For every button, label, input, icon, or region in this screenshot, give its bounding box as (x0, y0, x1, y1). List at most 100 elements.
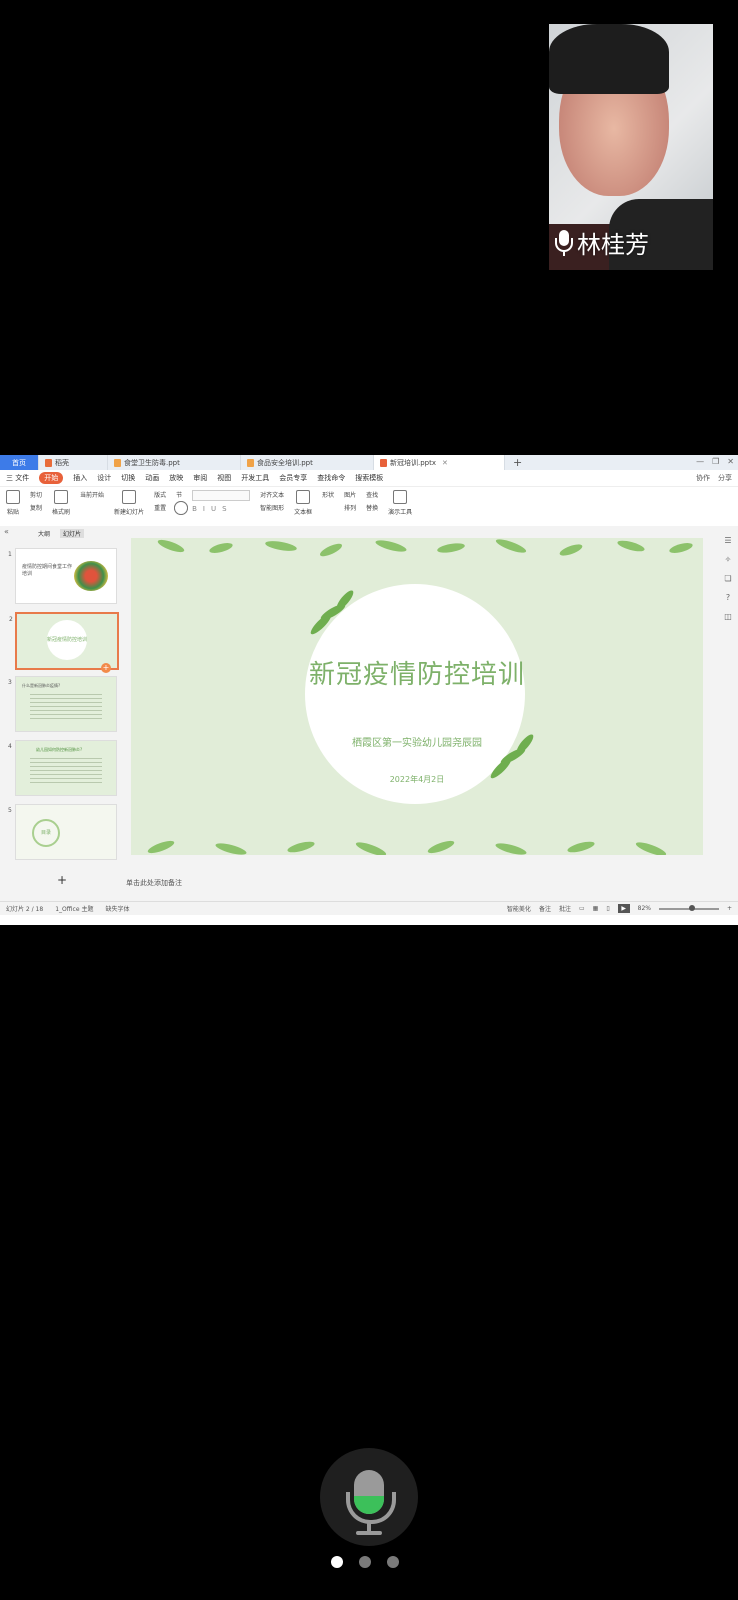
menu-view[interactable]: 视图 (217, 473, 231, 483)
arrange-button[interactable]: 排列 (344, 503, 356, 512)
menu-insert[interactable]: 插入 (73, 473, 87, 483)
tab-docer[interactable]: 稻壳 (39, 455, 108, 470)
find-button[interactable]: 查找 (366, 490, 378, 499)
paste-icon (6, 490, 20, 504)
pin-icon[interactable]: ✧ (725, 555, 732, 564)
pptx-file-icon (380, 458, 387, 467)
add-slide-plus-icon[interactable]: + (101, 663, 111, 673)
share-button[interactable]: 分享 (718, 473, 732, 483)
shape-button[interactable]: 形状 (174, 490, 334, 515)
paste-button[interactable]: 粘贴 (6, 490, 20, 516)
menu-search-template[interactable]: 搜索模板 (355, 473, 383, 483)
smart-beautify-button[interactable]: 智能美化 (507, 904, 531, 913)
menu-review[interactable]: 审阅 (193, 473, 207, 483)
menu-file[interactable]: 三 文件 (6, 473, 29, 483)
picture-button[interactable]: 图片 (344, 490, 356, 499)
align-text-button[interactable]: 对齐文本 (260, 490, 284, 499)
reading-view-icon[interactable]: ▯ (606, 905, 609, 912)
tab-slides[interactable]: 幻灯片 (60, 529, 85, 538)
format-painter-button[interactable]: 格式刷 (52, 490, 70, 516)
participant-name-label: 林桂芳 (555, 225, 649, 260)
menu-design[interactable]: 设计 (97, 473, 111, 483)
copy-button[interactable]: 复制 (30, 503, 42, 512)
page-dot-3[interactable] (387, 1556, 399, 1568)
slide-thumbnail-1[interactable]: 1 疫情防控期间食堂工作培训 (8, 548, 117, 604)
menu-slideshow[interactable]: 放映 (169, 473, 183, 483)
restore-icon[interactable]: ❐ (712, 457, 719, 466)
menu-animation[interactable]: 动画 (145, 473, 159, 483)
tab-food-safety[interactable]: 食品安全培训.ppt (241, 455, 374, 470)
slide-thumbnail-5[interactable]: 5 目录 (8, 804, 117, 860)
smart-graphic-button[interactable]: 智能图形 (260, 503, 284, 512)
notes-button[interactable]: 备注 (539, 904, 551, 913)
sorter-view-icon[interactable]: ▦ (593, 905, 599, 912)
font-family-select[interactable] (192, 490, 251, 501)
tab-canteen-hygiene[interactable]: 食堂卫生防毒.ppt (108, 455, 241, 470)
tab-outline[interactable]: 大纲 (38, 529, 50, 538)
slide-title: 新冠疫情防控培训 (308, 660, 525, 690)
italic-icon[interactable]: I (203, 505, 205, 513)
play-slideshow-icon[interactable]: ▶ (617, 904, 630, 913)
reset-button[interactable]: 重置 (154, 503, 166, 512)
zoom-in-icon[interactable]: + (727, 905, 732, 912)
layout-group: 版式 重置 (154, 490, 166, 512)
layout-button[interactable]: 版式 (154, 490, 166, 499)
strikethrough-icon[interactable]: S (222, 505, 226, 513)
docer-icon (45, 458, 52, 467)
zoom-slider-knob[interactable] (688, 904, 695, 911)
leaf-sprig-upper (310, 590, 354, 635)
participant-video-tile[interactable]: 林桂芳 (549, 24, 713, 270)
window-controls: — ❐ ✕ (696, 457, 734, 466)
menu-right: 协作 分享 (696, 473, 732, 483)
backup-icon[interactable]: ◫ (724, 612, 732, 621)
underline-icon[interactable]: U (211, 505, 216, 513)
replace-button[interactable]: 替换 (366, 503, 378, 512)
missing-font-button[interactable]: 缺失字体 (105, 904, 129, 913)
close-window-icon[interactable]: ✕ (727, 457, 734, 466)
tab-home[interactable]: 首页 (0, 455, 39, 470)
right-sidebar: ☰ ✧ ❏ ? ◫ (718, 526, 738, 911)
properties-icon[interactable]: ☰ (724, 536, 731, 545)
zoom-slider[interactable] (658, 904, 719, 911)
thumbnail-text-lines (30, 755, 102, 783)
thumbnail-text-lines (30, 691, 102, 721)
presenter-tools-button[interactable]: 演示工具 (388, 490, 412, 516)
normal-view-icon[interactable]: ▭ (579, 905, 585, 912)
close-tab-icon[interactable]: ✕ (442, 459, 448, 467)
cut-button[interactable]: 剪切 (30, 490, 42, 499)
collapse-pane-icon[interactable]: « (4, 527, 9, 536)
new-slide-button[interactable]: 新建幻灯片 (114, 490, 144, 516)
participant-name: 林桂芳 (577, 231, 649, 259)
slide-thumbnail-2[interactable]: 2 新冠疫情防控培训 + (9, 612, 119, 673)
copy-icon[interactable]: ❏ (724, 574, 731, 583)
section-button[interactable]: 节 (176, 490, 182, 499)
add-slide-button[interactable]: + (57, 873, 67, 887)
microphone-toggle-button[interactable] (320, 1448, 418, 1546)
tab-covid-training[interactable]: 新冠培训.pptx ✕ (374, 455, 505, 470)
page-dot-2[interactable] (359, 1556, 371, 1568)
menu-member[interactable]: 会员专享 (279, 473, 307, 483)
notes-placeholder[interactable]: 单击此处添加备注 (126, 878, 182, 888)
section-group: 节 (176, 490, 182, 499)
slide-thumbnail-4[interactable]: 4 幼儿园如何防控新冠肺炎? (8, 740, 117, 796)
textbox-button[interactable]: 文本框 (294, 490, 312, 516)
menu-transition[interactable]: 切换 (121, 473, 135, 483)
menu-home[interactable]: 开始 (39, 472, 64, 484)
picture-group: 图片 排列 (344, 490, 356, 512)
comment-button[interactable]: 批注 (559, 904, 571, 913)
presenter-icon (393, 490, 408, 504)
shape-icon (174, 501, 188, 515)
page-dot-1[interactable] (331, 1556, 343, 1568)
menu-developer[interactable]: 开发工具 (241, 473, 269, 483)
from-current-button[interactable]: 当前开始 (80, 490, 188, 515)
new-slide-icon (122, 490, 137, 504)
slide-thumbnail-3[interactable]: 3 什么是新冠肺炎疫情? (8, 676, 117, 732)
help-icon[interactable]: ? (726, 593, 730, 602)
bold-icon[interactable]: B (192, 505, 197, 513)
minimize-icon[interactable]: — (696, 457, 704, 466)
new-tab-button[interactable]: + (505, 456, 530, 469)
collaborate-button[interactable]: 协作 (696, 473, 710, 483)
menu-find-command[interactable]: 查找命令 (317, 473, 345, 483)
thumbnail-title: 幼儿园如何防控新冠肺炎? (36, 747, 83, 752)
slide-canvas[interactable]: 新冠疫情防控培训 栖霞区第一实验幼儿园尧辰园 2022年4月2日 (131, 538, 703, 855)
